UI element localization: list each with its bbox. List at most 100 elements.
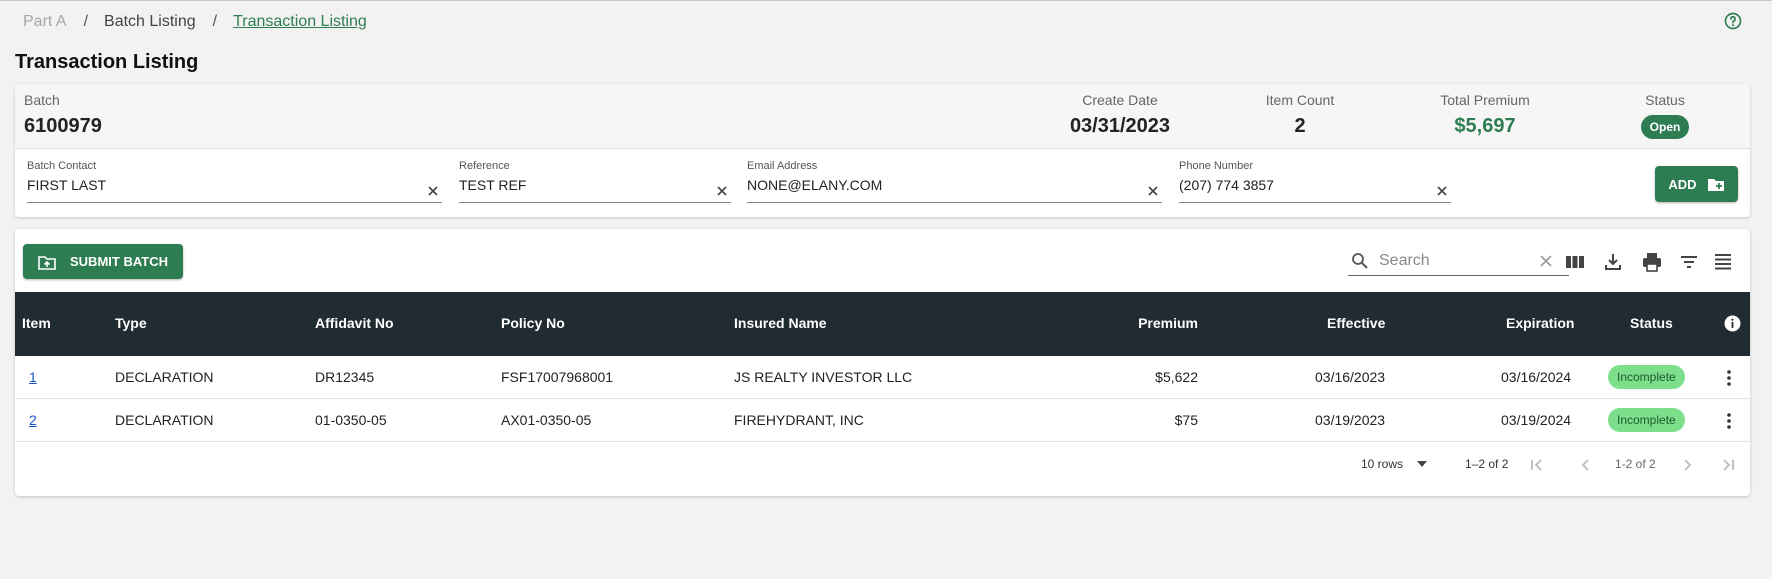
table-row[interactable]: 1 DECLARATION DR12345 FSF17007968001 JS … [15, 356, 1750, 399]
info-icon[interactable] [1724, 315, 1741, 332]
column-header-expiration[interactable]: Expiration [1506, 315, 1574, 331]
breadcrumb-separator: / [212, 13, 218, 30]
close-icon[interactable] [1539, 254, 1553, 268]
breadcrumb-separator: / [83, 13, 89, 30]
more-vertical-icon[interactable] [1719, 411, 1739, 431]
status-stat: Status Open [1600, 92, 1730, 139]
row-expiration: 03/16/2024 [1501, 369, 1572, 385]
create-date-value: 03/31/2023 [1069, 115, 1171, 137]
row-affidavit: DR12345 [315, 369, 375, 385]
email-field[interactable]: Email Address NONE@ELANY.COM [747, 160, 1162, 203]
email-label: Email Address [747, 160, 818, 172]
phone-label: Phone Number [1179, 160, 1253, 172]
close-icon[interactable] [1146, 184, 1160, 198]
status-label: Status [1645, 92, 1685, 108]
search-input[interactable] [1379, 251, 1529, 270]
phone-value[interactable]: (207) 774 3857 [1179, 177, 1451, 193]
status-badge: Incomplete [1608, 408, 1685, 432]
row-premium: $75 [1174, 412, 1198, 428]
row-item-link[interactable]: 2 [29, 412, 37, 428]
status-badge: Open [1640, 115, 1690, 139]
column-header-type[interactable]: Type [115, 315, 147, 331]
submit-batch-label: SUBMIT BATCH [70, 254, 168, 269]
total-premium-value: $5,697 [1454, 115, 1516, 137]
next-page-icon[interactable] [1677, 455, 1697, 475]
row-effective: 03/16/2023 [1315, 369, 1386, 385]
item-count-label: Item Count [1265, 92, 1335, 108]
create-date-label: Create Date [1082, 92, 1158, 108]
row-insured: JS REALTY INVESTOR LLC [734, 369, 913, 385]
close-icon[interactable] [715, 184, 729, 198]
row-type: DECLARATION [115, 412, 214, 428]
search-icon [1352, 252, 1368, 269]
breadcrumb-batch-listing[interactable]: Batch Listing [104, 13, 196, 31]
row-type: DECLARATION [115, 369, 214, 385]
total-premium-label: Total Premium [1440, 92, 1530, 108]
breadcrumb-transaction-listing[interactable]: Transaction Listing [233, 13, 367, 31]
rows-per-page-select[interactable]: 10 rows [1361, 457, 1428, 471]
item-count-value: 2 [1294, 115, 1306, 137]
row-effective: 03/19/2023 [1315, 412, 1386, 428]
column-header-affidavit[interactable]: Affidavit No [315, 315, 394, 331]
batch-contact-value[interactable]: FIRST LAST [27, 177, 442, 193]
chevron-down-icon [1417, 461, 1428, 467]
row-affidavit: 01-0350-05 [315, 412, 387, 428]
create-date-stat: Create Date 03/31/2023 [1035, 92, 1205, 138]
reference-field[interactable]: Reference TEST REF [459, 160, 731, 203]
filter-icon[interactable] [1678, 251, 1700, 273]
close-icon[interactable] [1435, 184, 1449, 198]
add-button-label: ADD [1668, 176, 1697, 192]
transactions-grid: SUBMIT BATCH Item Type Affidavit No Poli… [15, 229, 1750, 496]
column-header-policy[interactable]: Policy No [501, 315, 565, 331]
batch-value: 6100979 [24, 115, 102, 137]
pagination-range: 1–2 of 2 [1465, 457, 1509, 471]
row-policy: FSF17007968001 [501, 369, 614, 385]
reference-label: Reference [459, 160, 510, 172]
column-header-insured[interactable]: Insured Name [734, 315, 827, 331]
density-icon[interactable] [1712, 251, 1734, 273]
close-icon[interactable] [426, 184, 440, 198]
add-button[interactable]: ADD [1655, 166, 1738, 202]
table-row[interactable]: 2 DECLARATION 01-0350-05 AX01-0350-05 FI… [15, 399, 1750, 442]
batch-card: Batch 6100979 Create Date 03/31/2023 Ite… [15, 84, 1750, 217]
print-icon[interactable] [1641, 251, 1663, 273]
column-header-item[interactable]: Item [22, 315, 51, 331]
previous-page-icon[interactable] [1576, 455, 1596, 475]
pagination-range-short: 1-2 of 2 [1615, 457, 1656, 471]
breadcrumb: Part A / Batch Listing / Transaction Lis… [23, 13, 367, 31]
row-premium: $5,622 [1155, 369, 1198, 385]
row-policy: AX01-0350-05 [501, 412, 592, 428]
batch-contact-field[interactable]: Batch Contact FIRST LAST [27, 160, 442, 203]
folder-upload-icon [38, 255, 56, 270]
table-header: Item Type Affidavit No Policy No Insured… [15, 292, 1750, 356]
page-title: Transaction Listing [15, 51, 199, 73]
download-icon[interactable] [1602, 251, 1624, 273]
help-circle-icon[interactable] [1723, 11, 1743, 31]
phone-field[interactable]: Phone Number (207) 774 3857 [1179, 160, 1451, 203]
columns-icon[interactable] [1564, 251, 1586, 273]
more-vertical-icon[interactable] [1719, 368, 1739, 388]
batch-label: Batch [24, 92, 60, 108]
status-badge: Incomplete [1608, 365, 1685, 389]
last-page-icon[interactable] [1718, 455, 1738, 475]
first-page-icon[interactable] [1527, 455, 1547, 475]
row-item-link[interactable]: 1 [29, 369, 37, 385]
submit-batch-button[interactable]: SUBMIT BATCH [23, 244, 183, 279]
column-header-status[interactable]: Status [1630, 315, 1673, 331]
batch-stat: Batch 6100979 [24, 92, 102, 138]
pagination: 10 rows 1–2 of 2 1-2 of 2 [15, 446, 1750, 486]
email-value[interactable]: NONE@ELANY.COM [747, 177, 1162, 193]
search-box [1348, 246, 1569, 276]
batch-contact-label: Batch Contact [27, 160, 97, 172]
rows-per-page-value: 10 rows [1361, 457, 1404, 471]
folder-plus-icon [1707, 179, 1724, 191]
column-header-premium[interactable]: Premium [1095, 315, 1198, 331]
row-expiration: 03/19/2024 [1501, 412, 1572, 428]
total-premium-stat: Total Premium $5,697 [1400, 92, 1570, 138]
reference-value[interactable]: TEST REF [459, 177, 731, 193]
row-insured: FIREHYDRANT, INC [734, 412, 864, 428]
batch-summary: Batch 6100979 Create Date 03/31/2023 Ite… [15, 84, 1750, 149]
item-count-stat: Item Count 2 [1230, 92, 1370, 138]
column-header-effective[interactable]: Effective [1327, 315, 1385, 331]
breadcrumb-part-a: Part A [23, 13, 67, 30]
